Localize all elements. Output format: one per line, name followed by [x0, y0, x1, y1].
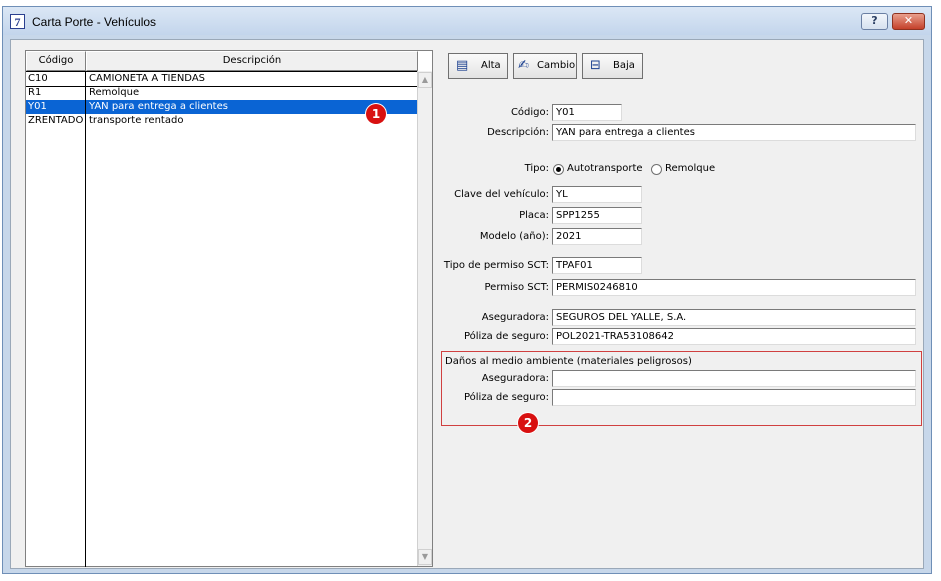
- modelo-label: Modelo (año):: [479, 231, 549, 242]
- row-codigo: Y01: [28, 101, 47, 112]
- baja-label: Baja: [613, 60, 635, 71]
- cambio-button[interactable]: ✍ Cambio: [513, 53, 577, 79]
- client-area: Código Descripción C10 CAMIONETA A TIEND…: [10, 39, 924, 569]
- edit-icon: ✍: [518, 58, 529, 73]
- radio-autotransporte-label[interactable]: Autotransporte: [567, 163, 643, 174]
- list-icon: ▤: [456, 58, 469, 73]
- aseguradora-field[interactable]: SEGUROS DEL YALLE, S.A.: [552, 309, 916, 326]
- row-codigo: ZRENTADO: [28, 115, 84, 126]
- tipo-label: Tipo:: [524, 163, 549, 174]
- vehicle-list[interactable]: Código Descripción C10 CAMIONETA A TIEND…: [25, 50, 433, 567]
- column-header-codigo[interactable]: Código: [26, 51, 86, 71]
- permiso-field[interactable]: PERMIS0246810: [552, 279, 916, 296]
- scroll-up-icon[interactable]: ▲: [418, 72, 432, 88]
- placa-label: Placa:: [519, 210, 549, 221]
- alta-label: Alta: [481, 60, 501, 71]
- row-descripcion: YAN para entrega a clientes: [89, 101, 228, 112]
- tipo-permiso-field[interactable]: TPAF01: [552, 257, 642, 274]
- app-icon: 7: [10, 14, 25, 29]
- clave-vehiculo-label: Clave del vehículo:: [454, 189, 549, 200]
- window-title: Carta Porte - Vehículos: [32, 15, 157, 29]
- aseguradora-label: Aseguradora:: [481, 312, 549, 323]
- radio-remolque-label[interactable]: Remolque: [665, 163, 715, 174]
- cambio-label: Cambio: [537, 60, 576, 71]
- radio-remolque[interactable]: [651, 164, 662, 175]
- clave-vehiculo-field[interactable]: YL: [552, 186, 642, 203]
- descripcion-field[interactable]: YAN para entrega a clientes: [552, 124, 916, 141]
- tipo-permiso-label: Tipo de permiso SCT:: [443, 260, 549, 271]
- modelo-field[interactable]: 2021: [552, 228, 642, 245]
- descripcion-label: Descripción:: [487, 127, 549, 138]
- permiso-label: Permiso SCT:: [484, 282, 550, 293]
- danos-poliza-label: Póliza de seguro:: [463, 392, 549, 403]
- list-scrollbar[interactable]: ▲ ▼: [417, 71, 432, 566]
- title-bar[interactable]: 7 Carta Porte - Vehículos ? ✕: [3, 7, 931, 35]
- danos-poliza-field[interactable]: [552, 389, 916, 406]
- scroll-down-icon[interactable]: ▼: [418, 549, 432, 565]
- row-descripcion: CAMIONETA A TIENDAS: [89, 73, 206, 84]
- list-header: Código Descripción: [26, 51, 418, 71]
- poliza-label: Póliza de seguro:: [463, 331, 549, 342]
- help-button[interactable]: ?: [861, 13, 888, 30]
- column-header-descripcion[interactable]: Descripción: [86, 51, 418, 71]
- placa-field[interactable]: SPP1255: [552, 207, 642, 224]
- close-button[interactable]: ✕: [892, 13, 925, 30]
- codigo-label: Código:: [510, 107, 549, 118]
- baja-button[interactable]: ⊟ Baja: [582, 53, 643, 79]
- app-window: 7 Carta Porte - Vehículos ? ✕ Código Des…: [2, 6, 932, 574]
- codigo-field[interactable]: Y01: [552, 104, 622, 121]
- column-divider: [85, 71, 86, 567]
- alta-button[interactable]: ▤ Alta: [448, 53, 508, 79]
- danos-aseguradora-field[interactable]: [552, 370, 916, 387]
- radio-autotransporte[interactable]: [553, 164, 564, 175]
- danos-aseguradora-label: Aseguradora:: [481, 373, 549, 384]
- row-descripcion: transporte rentado: [89, 115, 184, 126]
- row-descripcion: Remolque: [89, 87, 140, 98]
- annotation-badge-2: 2: [518, 413, 538, 433]
- row-codigo: R1: [28, 87, 42, 98]
- delete-icon: ⊟: [590, 58, 601, 73]
- row-codigo: C10: [28, 73, 48, 84]
- danos-title: Daños al medio ambiente (materiales peli…: [445, 356, 692, 367]
- annotation-badge-1: 1: [366, 104, 386, 124]
- poliza-field[interactable]: POL2021-TRA53108642: [552, 328, 916, 345]
